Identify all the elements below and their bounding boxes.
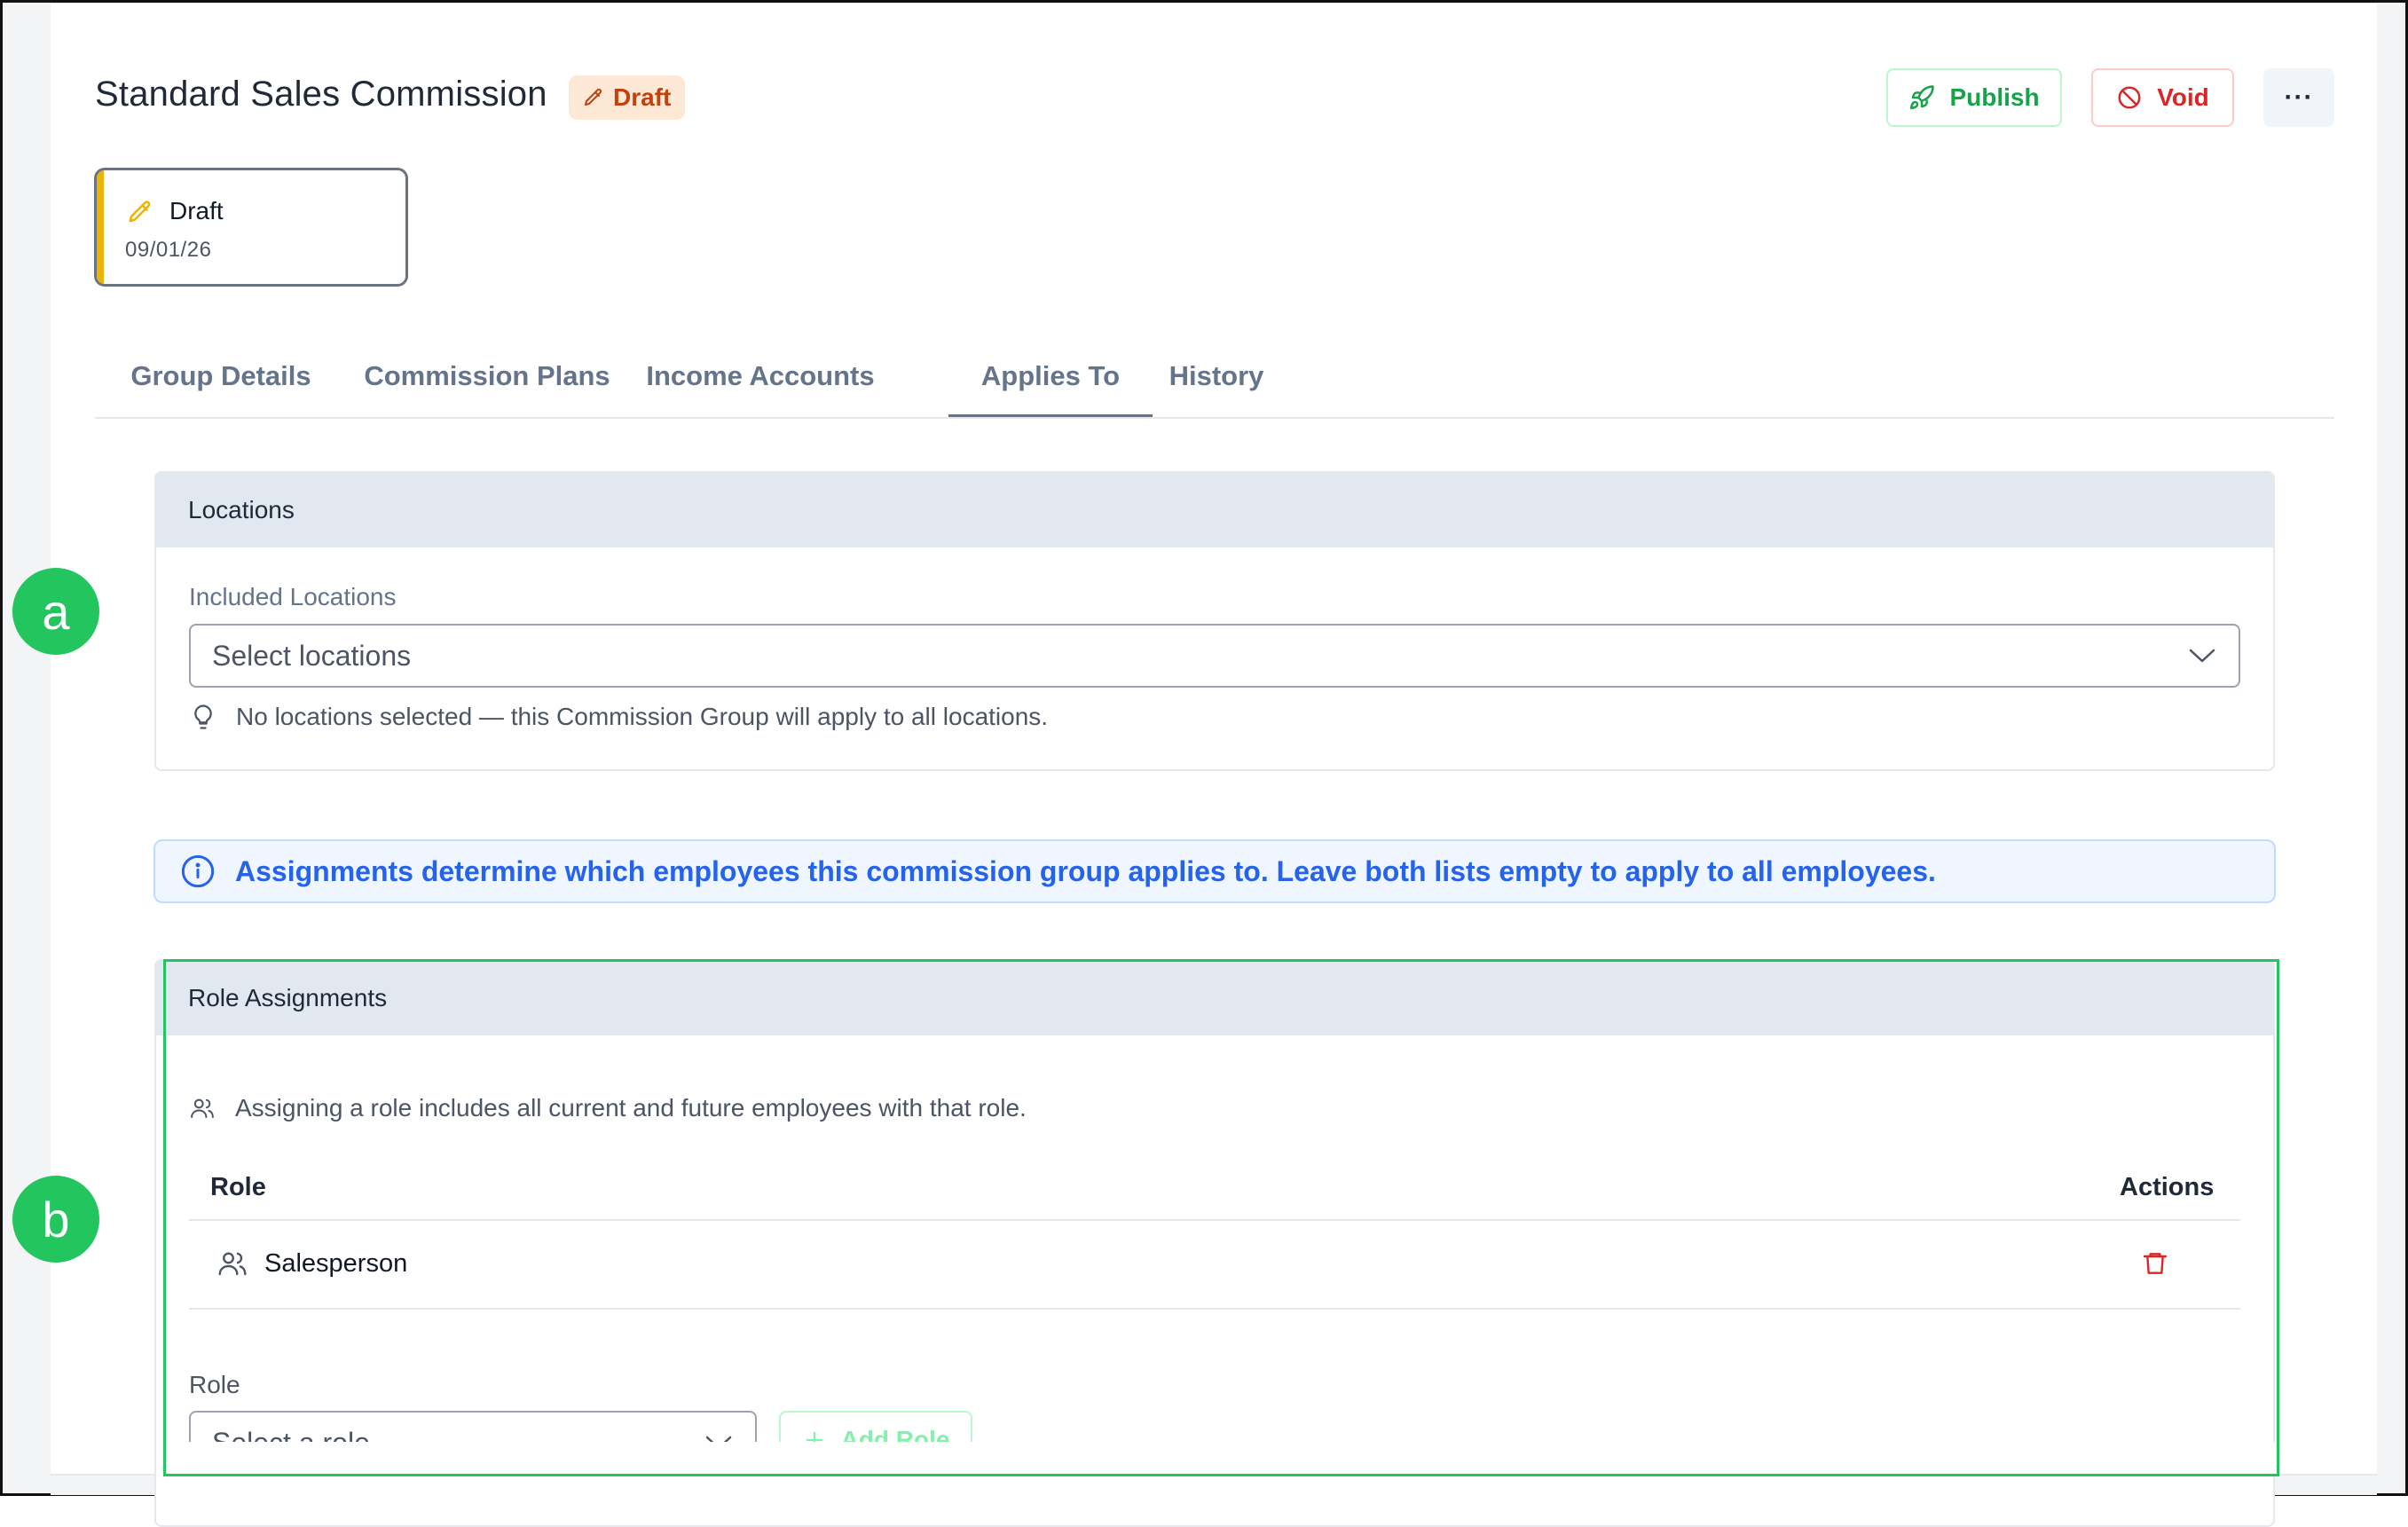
- status-badge-label: Draft: [613, 83, 672, 111]
- status-accent-bar: [97, 170, 104, 284]
- page-title: Standard Sales Commission: [95, 75, 547, 114]
- ban-icon: [2118, 86, 2141, 109]
- status-card-date: 09/01/26: [125, 238, 212, 262]
- assignments-info-banner: Assignments determine which employees th…: [153, 839, 2276, 903]
- void-button[interactable]: Void: [2091, 68, 2234, 127]
- role-name: Salesperson: [264, 1248, 408, 1278]
- table-header-divider: [189, 1219, 2240, 1221]
- trash-icon[interactable]: [2141, 1248, 2169, 1279]
- assignments-info-text: Assignments determine which employees th…: [235, 854, 1936, 887]
- add-role-label: Role: [189, 1371, 240, 1398]
- viewport-clip: [166, 1442, 2276, 1474]
- locations-hint-text: No locations selected — this Commission …: [236, 703, 1049, 730]
- table-row-divider: [189, 1308, 2240, 1310]
- right-gutter: [2377, 3, 2405, 1493]
- pencil-icon: [585, 88, 602, 106]
- publish-button[interactable]: Publish: [1886, 68, 2062, 127]
- left-gutter: [3, 3, 51, 1493]
- status-card-label: Draft: [169, 197, 224, 224]
- annotation-marker-a: a: [12, 568, 99, 655]
- tab-applies-to[interactable]: Applies To: [948, 337, 1153, 417]
- publish-button-label: Publish: [1949, 83, 2040, 111]
- locations-select-placeholder: Select locations: [212, 639, 412, 672]
- role-assignments-header: Role Assignments: [156, 961, 2273, 1035]
- users-icon: [191, 1098, 214, 1118]
- column-header-actions: Actions: [2120, 1173, 2215, 1201]
- status-history-card[interactable]: Draft 09/01/26: [94, 168, 408, 287]
- tab-bar: Group Details Commission Plans Income Ac…: [95, 337, 2334, 419]
- lightbulb-icon: [194, 704, 212, 729]
- locations-hint: No locations selected — this Commission …: [190, 703, 1048, 731]
- role-assignments-hint-text: Assigning a role includes all current an…: [235, 1094, 1027, 1122]
- tab-group-details[interactable]: Group Details: [95, 337, 347, 415]
- more-actions-button[interactable]: ···: [2263, 68, 2334, 127]
- pencil-icon: [129, 201, 151, 223]
- chevron-down-icon: [2189, 649, 2215, 663]
- role-assignments-hint: Assigning a role includes all current an…: [189, 1094, 1027, 1122]
- column-header-role: Role: [210, 1173, 266, 1201]
- tab-income-accounts[interactable]: Income Accounts: [627, 337, 893, 415]
- status-badge: Draft: [569, 75, 686, 120]
- locations-card-header: Locations: [156, 473, 2273, 547]
- included-locations-label: Included Locations: [189, 583, 397, 610]
- void-button-label: Void: [2157, 83, 2209, 111]
- ellipsis-icon: ···: [2284, 83, 2314, 112]
- tab-history[interactable]: History: [1153, 337, 1280, 415]
- locations-select[interactable]: Select locations: [189, 624, 2240, 688]
- info-icon: [181, 854, 215, 888]
- rocket-icon: [1910, 85, 1935, 110]
- users-icon: [218, 1252, 247, 1276]
- table-row: Salesperson: [216, 1248, 407, 1279]
- annotation-marker-b: b: [12, 1176, 99, 1263]
- tab-commission-plans[interactable]: Commission Plans: [347, 337, 627, 415]
